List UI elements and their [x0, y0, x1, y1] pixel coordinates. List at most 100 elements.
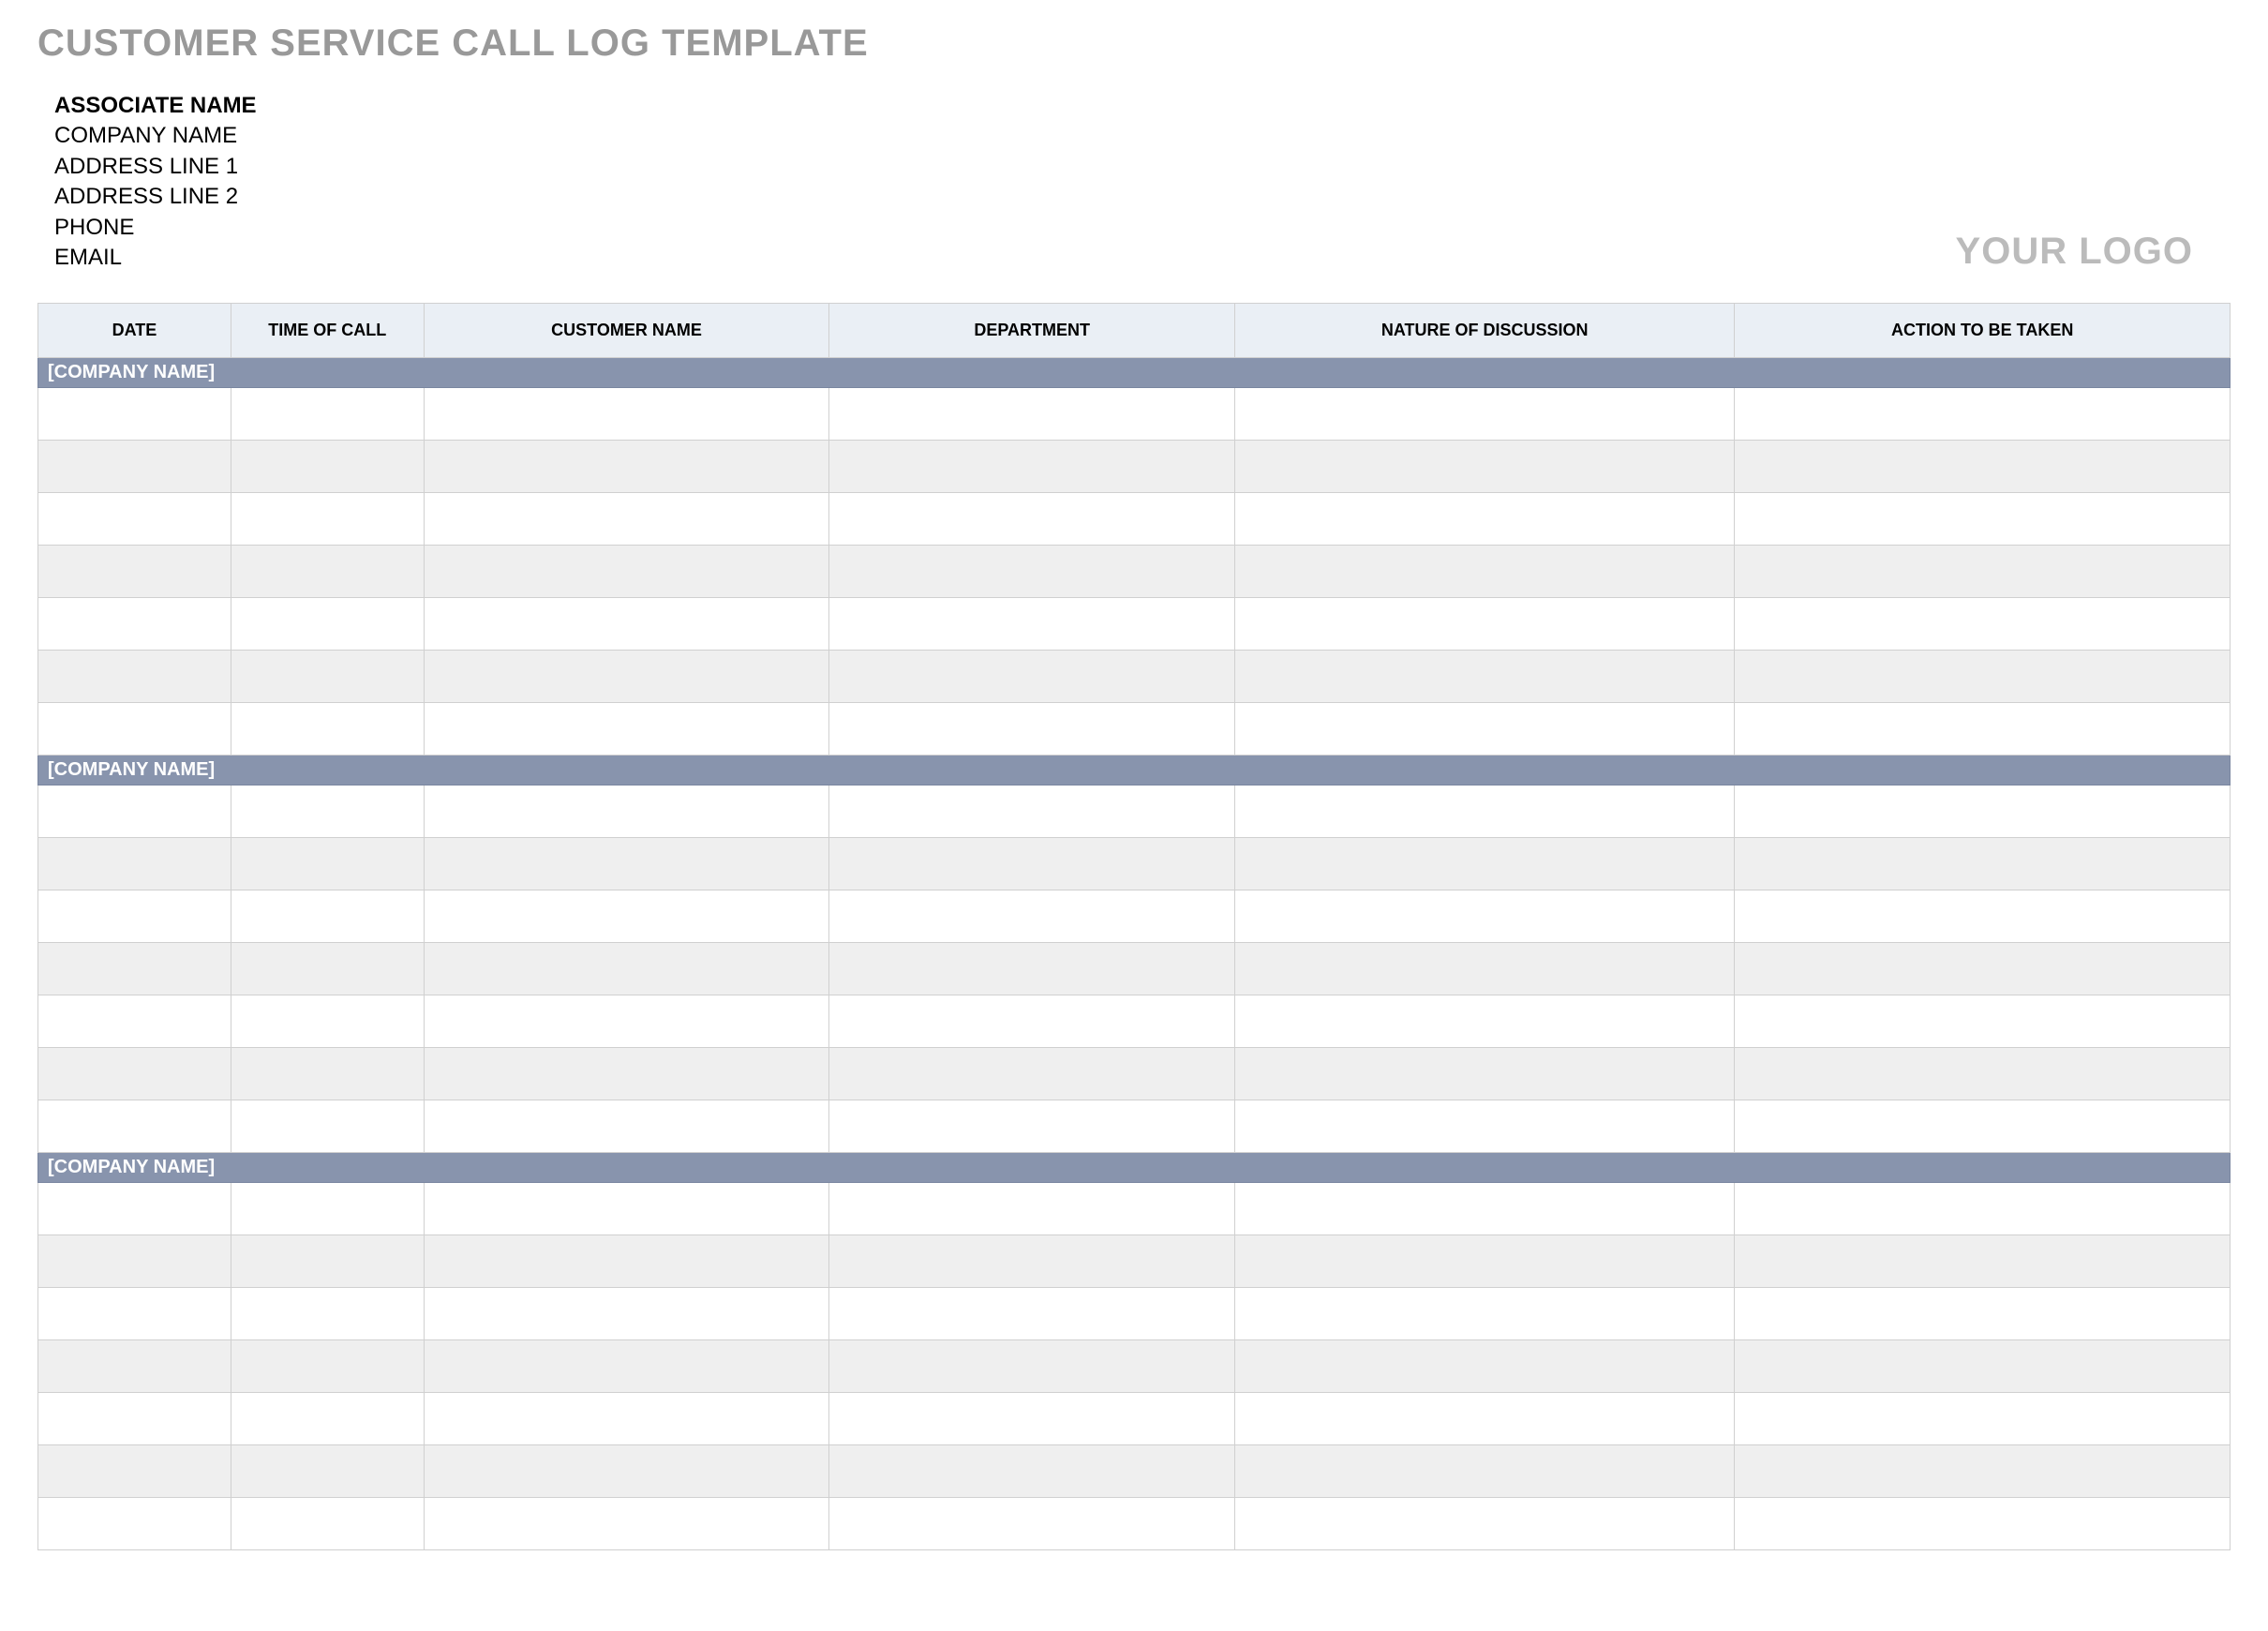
table-cell[interactable] — [231, 388, 424, 441]
table-cell[interactable] — [231, 441, 424, 493]
table-cell[interactable] — [1235, 651, 1735, 703]
table-cell[interactable] — [231, 1340, 424, 1393]
table-cell[interactable] — [38, 651, 231, 703]
table-cell[interactable] — [1735, 786, 2231, 838]
table-cell[interactable] — [38, 1445, 231, 1498]
table-cell[interactable] — [424, 1235, 829, 1288]
table-cell[interactable] — [829, 1183, 1235, 1235]
table-cell[interactable] — [1235, 786, 1735, 838]
table-cell[interactable] — [38, 388, 231, 441]
table-cell[interactable] — [1735, 1048, 2231, 1100]
table-cell[interactable] — [38, 441, 231, 493]
table-cell[interactable] — [829, 703, 1235, 756]
table-cell[interactable] — [1735, 1445, 2231, 1498]
table-cell[interactable] — [829, 1498, 1235, 1550]
table-cell[interactable] — [424, 1288, 829, 1340]
table-cell[interactable] — [829, 388, 1235, 441]
table-cell[interactable] — [38, 1393, 231, 1445]
table-cell[interactable] — [424, 1183, 829, 1235]
table-cell[interactable] — [38, 1498, 231, 1550]
table-row[interactable] — [38, 943, 2231, 995]
table-cell[interactable] — [231, 546, 424, 598]
table-row[interactable] — [38, 651, 2231, 703]
table-cell[interactable] — [38, 943, 231, 995]
table-cell[interactable] — [1735, 943, 2231, 995]
table-cell[interactable] — [424, 651, 829, 703]
table-cell[interactable] — [829, 546, 1235, 598]
table-row[interactable] — [38, 995, 2231, 1048]
table-row[interactable] — [38, 493, 2231, 546]
table-cell[interactable] — [1235, 546, 1735, 598]
table-cell[interactable] — [1235, 493, 1735, 546]
table-row[interactable] — [38, 1183, 2231, 1235]
table-cell[interactable] — [1235, 1340, 1735, 1393]
table-cell[interactable] — [1235, 1100, 1735, 1153]
table-cell[interactable] — [1235, 598, 1735, 651]
table-cell[interactable] — [38, 995, 231, 1048]
table-cell[interactable] — [829, 1393, 1235, 1445]
table-cell[interactable] — [1735, 1393, 2231, 1445]
table-cell[interactable] — [38, 786, 231, 838]
table-cell[interactable] — [38, 703, 231, 756]
table-cell[interactable] — [1235, 441, 1735, 493]
table-cell[interactable] — [231, 703, 424, 756]
table-cell[interactable] — [38, 1183, 231, 1235]
table-cell[interactable] — [424, 786, 829, 838]
table-cell[interactable] — [424, 838, 829, 890]
table-cell[interactable] — [231, 1183, 424, 1235]
table-cell[interactable] — [424, 1048, 829, 1100]
table-cell[interactable] — [1235, 838, 1735, 890]
table-cell[interactable] — [231, 1288, 424, 1340]
table-cell[interactable] — [231, 786, 424, 838]
table-cell[interactable] — [231, 890, 424, 943]
table-cell[interactable] — [1735, 1183, 2231, 1235]
table-cell[interactable] — [829, 1340, 1235, 1393]
table-cell[interactable] — [1235, 703, 1735, 756]
table-cell[interactable] — [231, 995, 424, 1048]
table-cell[interactable] — [829, 1288, 1235, 1340]
table-cell[interactable] — [1235, 1393, 1735, 1445]
table-cell[interactable] — [829, 1235, 1235, 1288]
table-cell[interactable] — [829, 651, 1235, 703]
table-cell[interactable] — [1235, 890, 1735, 943]
table-cell[interactable] — [38, 838, 231, 890]
table-cell[interactable] — [1735, 1235, 2231, 1288]
table-cell[interactable] — [1235, 1445, 1735, 1498]
table-cell[interactable] — [1735, 493, 2231, 546]
table-cell[interactable] — [1235, 1498, 1735, 1550]
table-cell[interactable] — [1235, 943, 1735, 995]
table-cell[interactable] — [38, 1340, 231, 1393]
table-cell[interactable] — [1735, 1100, 2231, 1153]
table-cell[interactable] — [424, 546, 829, 598]
table-row[interactable] — [38, 786, 2231, 838]
table-cell[interactable] — [1735, 703, 2231, 756]
table-cell[interactable] — [231, 598, 424, 651]
table-cell[interactable] — [231, 1100, 424, 1153]
table-cell[interactable] — [829, 838, 1235, 890]
table-cell[interactable] — [1235, 1048, 1735, 1100]
table-cell[interactable] — [38, 1288, 231, 1340]
table-cell[interactable] — [1735, 995, 2231, 1048]
table-cell[interactable] — [829, 786, 1235, 838]
table-cell[interactable] — [1735, 1340, 2231, 1393]
table-cell[interactable] — [38, 493, 231, 546]
table-cell[interactable] — [829, 441, 1235, 493]
table-cell[interactable] — [424, 388, 829, 441]
table-cell[interactable] — [38, 598, 231, 651]
table-row[interactable] — [38, 598, 2231, 651]
table-cell[interactable] — [829, 1100, 1235, 1153]
table-cell[interactable] — [1235, 1183, 1735, 1235]
table-cell[interactable] — [231, 493, 424, 546]
table-cell[interactable] — [424, 1100, 829, 1153]
table-cell[interactable] — [38, 546, 231, 598]
table-row[interactable] — [38, 1048, 2231, 1100]
table-cell[interactable] — [424, 1340, 829, 1393]
table-cell[interactable] — [231, 1235, 424, 1288]
table-cell[interactable] — [1235, 1235, 1735, 1288]
table-cell[interactable] — [1735, 1498, 2231, 1550]
table-cell[interactable] — [424, 890, 829, 943]
table-cell[interactable] — [38, 1100, 231, 1153]
table-cell[interactable] — [829, 1445, 1235, 1498]
table-cell[interactable] — [424, 1498, 829, 1550]
table-cell[interactable] — [231, 943, 424, 995]
